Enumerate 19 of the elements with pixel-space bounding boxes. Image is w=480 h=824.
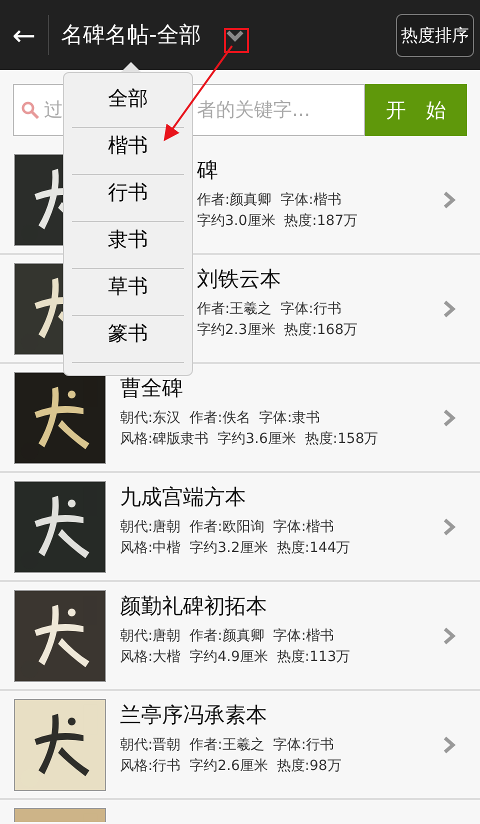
item-info: 朝代:唐朝 作者:颜真卿 字体:楷书 bbox=[120, 627, 334, 646]
item-title: 刘铁云本 bbox=[197, 266, 281, 293]
item-info: 朝代:东汉 作者:佚名 字体:隶书 bbox=[120, 409, 320, 428]
item-title: 颜勤礼碑初拓本 bbox=[120, 593, 267, 620]
item-title: 碑 bbox=[197, 157, 218, 184]
item-info: 朝代:晋朝 作者:王羲之 字体:行书 bbox=[120, 736, 334, 755]
item-title: 曹全碑 bbox=[120, 375, 183, 402]
item-info: 字约2.3厘米 热度:168万 bbox=[197, 321, 358, 340]
item-info: 作者:王羲之 字体:行书 bbox=[197, 300, 342, 319]
item-info: 作者:颜真卿 字体:楷书 bbox=[197, 191, 342, 210]
item-info: 朝代:唐朝 作者:欧阳询 字体:楷书 bbox=[120, 518, 334, 537]
item-title: 九成宫端方本 bbox=[120, 484, 246, 511]
item-title: 兰亭序冯承素本 bbox=[120, 702, 267, 729]
placeholder-text: 过 bbox=[44, 98, 63, 123]
item-info: 风格:行书 字约2.6厘米 热度:98万 bbox=[120, 757, 342, 776]
item-info: 风格:中楷 字约3.2厘米 热度:144万 bbox=[120, 539, 350, 558]
item-info: 字约3.0厘米 热度:187万 bbox=[197, 212, 358, 231]
item-info: 风格:大楷 字约4.9厘米 热度:113万 bbox=[120, 648, 350, 667]
item-info: 风格:碑版隶书 字约3.6厘米 热度:158万 bbox=[120, 430, 378, 449]
